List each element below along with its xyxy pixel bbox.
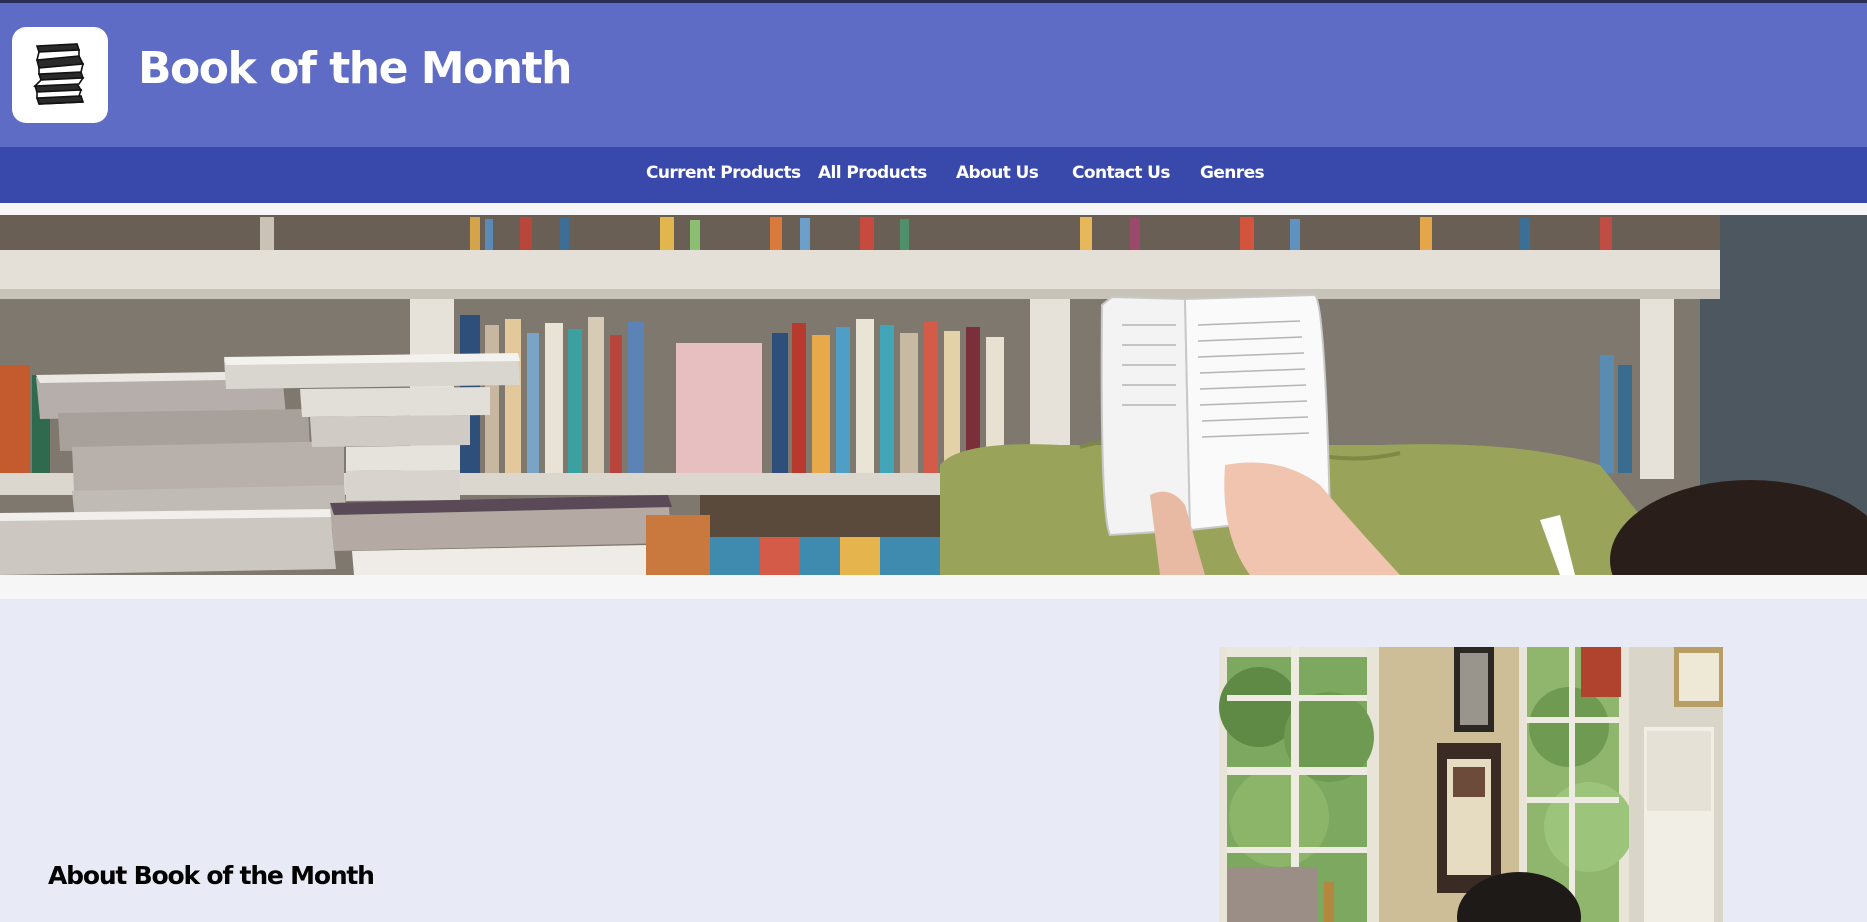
- about-section: About Book of the Month: [0, 599, 1867, 922]
- site-title[interactable]: Book of the Month: [138, 43, 572, 94]
- nav-item-all-products[interactable]: All Products: [818, 163, 927, 183]
- site-logo[interactable]: [12, 27, 108, 123]
- nav-item-genres[interactable]: Genres: [1200, 163, 1265, 183]
- main-nav: Current Products All Products About Us C…: [0, 147, 1867, 203]
- nav-item-current-products[interactable]: Current Products: [646, 163, 801, 183]
- section-divider: [0, 575, 1867, 599]
- nav-item-contact-us[interactable]: Contact Us: [1072, 163, 1171, 183]
- hero-reading-photo: [0, 215, 1867, 575]
- about-photo: [1219, 647, 1723, 922]
- nav-item-about-us[interactable]: About Us: [956, 163, 1039, 183]
- window-reading-photo: [1219, 647, 1723, 922]
- about-heading: About Book of the Month: [48, 861, 375, 890]
- site-header: Book of the Month: [0, 3, 1867, 147]
- hero-banner: [0, 215, 1867, 575]
- book-stack-icon: [32, 43, 85, 105]
